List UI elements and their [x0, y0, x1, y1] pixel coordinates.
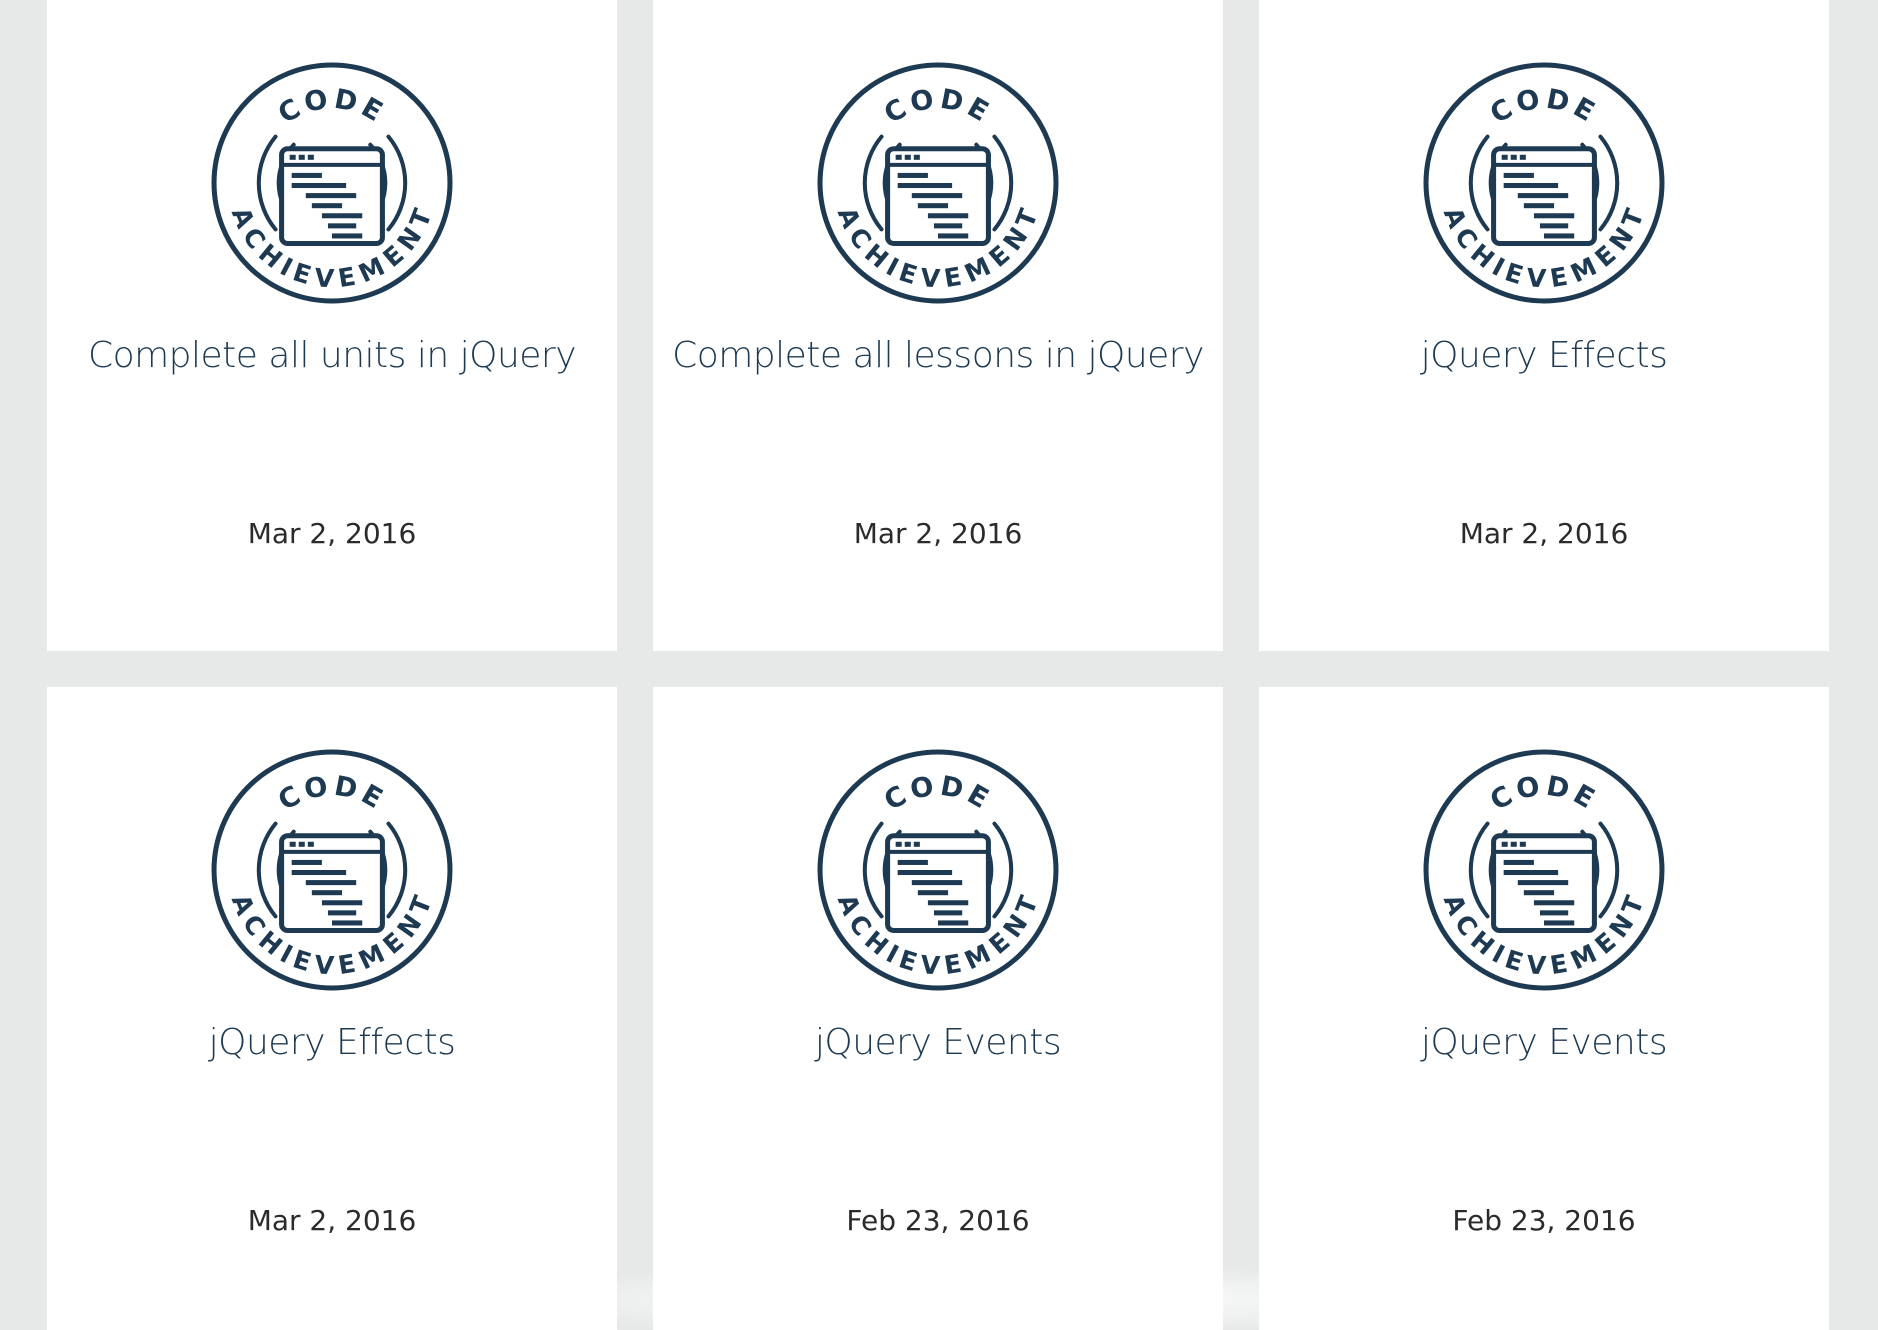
code-achievement-badge-icon: CODE ACHIEVEMENT — [817, 62, 1059, 304]
achievements-grid: CODE ACHIEVEMENT Complete all units in jQ… — [47, 0, 1829, 1330]
achievement-title: jQuery Events — [814, 1022, 1062, 1063]
achievements-page: CODE ACHIEVEMENT Complete all units in jQ… — [0, 0, 1878, 1330]
achievement-card[interactable]: CODE ACHIEVEMENT jQuery Events Feb 23, 20… — [1259, 687, 1829, 1330]
code-achievement-badge-icon: CODE ACHIEVEMENT — [211, 62, 453, 304]
achievement-card[interactable]: CODE ACHIEVEMENT jQuery Effects Mar 2, 20… — [47, 687, 617, 1330]
svg-text:CODE: CODE — [879, 84, 997, 131]
code-achievement-badge-icon: CODE ACHIEVEMENT — [1423, 749, 1665, 991]
achievement-title: Complete all units in jQuery — [87, 335, 577, 376]
code-achievement-badge-icon: CODE ACHIEVEMENT — [1423, 62, 1665, 304]
svg-text:CODE: CODE — [273, 84, 391, 131]
achievement-title: Complete all lessons in jQuery — [672, 335, 1204, 376]
achievement-card[interactable]: CODE ACHIEVEMENT jQuery Events Feb 23, 20… — [653, 687, 1223, 1330]
achievement-card[interactable]: CODE ACHIEVEMENT Complete all lessons in … — [653, 0, 1223, 651]
achievement-date: Feb 23, 2016 — [1452, 1204, 1636, 1237]
achievement-date: Mar 2, 2016 — [853, 517, 1023, 550]
achievement-title: jQuery Effects — [208, 1022, 456, 1063]
achievement-date: Feb 23, 2016 — [846, 1204, 1030, 1237]
svg-text:CODE: CODE — [1485, 771, 1603, 818]
svg-text:CODE: CODE — [879, 771, 997, 818]
achievement-title: jQuery Effects — [1420, 335, 1668, 376]
achievement-date: Mar 2, 2016 — [247, 517, 417, 550]
achievement-title: jQuery Events — [1420, 1022, 1668, 1063]
svg-text:CODE: CODE — [1485, 84, 1603, 131]
achievement-card[interactable]: CODE ACHIEVEMENT jQuery Effects Mar 2, 20… — [1259, 0, 1829, 651]
code-achievement-badge-icon: CODE ACHIEVEMENT — [817, 749, 1059, 991]
achievement-card[interactable]: CODE ACHIEVEMENT Complete all units in jQ… — [47, 0, 617, 651]
achievement-date: Mar 2, 2016 — [247, 1204, 417, 1237]
svg-text:CODE: CODE — [273, 771, 391, 818]
achievement-date: Mar 2, 2016 — [1459, 517, 1629, 550]
code-achievement-badge-icon: CODE ACHIEVEMENT — [211, 749, 453, 991]
